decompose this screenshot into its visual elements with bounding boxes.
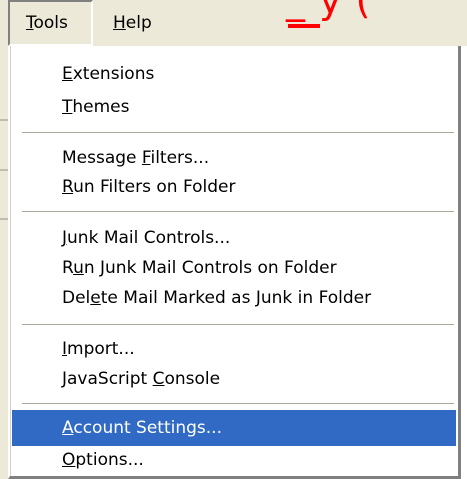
menu-item-label: Extensions bbox=[62, 64, 155, 84]
menu-item-options[interactable]: Options... bbox=[12, 442, 456, 478]
menu-item-label: Message Filters... bbox=[62, 148, 210, 168]
menu-help[interactable]: Help bbox=[113, 0, 152, 46]
access-key-letter: C bbox=[152, 369, 165, 389]
access-key-letter: T bbox=[26, 13, 34, 33]
menu-item-label: Run Filters on Folder bbox=[62, 177, 236, 197]
menu-item-label: Import... bbox=[62, 339, 135, 359]
menu-item-label: JavaScript Console bbox=[62, 369, 221, 389]
tools-dropdown-menu: Extensions Themes Message Filters... Run… bbox=[8, 46, 461, 479]
background-divider bbox=[0, 218, 8, 220]
background-text-fragment: _ у ( bbox=[286, 0, 372, 22]
access-key-letter: I bbox=[62, 339, 68, 359]
menu-help-label: Help bbox=[113, 13, 152, 33]
menu-item-label: Delete Mail Marked as Junk in Folder bbox=[62, 288, 372, 308]
access-key-letter: E bbox=[62, 64, 73, 84]
access-key-letter: e bbox=[90, 288, 101, 308]
access-key-letter: R bbox=[62, 177, 74, 197]
menu-separator bbox=[22, 324, 454, 326]
menu-item-extensions[interactable]: Extensions bbox=[12, 56, 456, 92]
access-key-letter: J bbox=[62, 228, 68, 248]
menu-item-account-settings[interactable]: Account Settings... bbox=[12, 410, 456, 446]
menu-item-label: Run Junk Mail Controls on Folder bbox=[62, 258, 337, 278]
access-key-letter: F bbox=[141, 148, 151, 168]
menu-separator bbox=[22, 132, 454, 134]
access-key-letter: u bbox=[73, 258, 84, 278]
menu-bar: _ у ( Tools Help bbox=[0, 0, 467, 46]
menu-separator bbox=[22, 403, 454, 405]
access-key-letter: O bbox=[62, 450, 76, 470]
menu-item-run-filters-on-folder[interactable]: Run Filters on Folder bbox=[12, 169, 456, 205]
menu-separator bbox=[22, 211, 454, 213]
menu-item-label: Junk Mail Controls... bbox=[62, 228, 231, 248]
menu-item-javascript-console[interactable]: JavaScript Console bbox=[12, 361, 456, 397]
menu-item-label: Account Settings... bbox=[62, 418, 222, 438]
menu-tools[interactable]: Tools bbox=[8, 0, 93, 46]
red-underline-decoration bbox=[288, 24, 320, 28]
menu-item-label: Options... bbox=[62, 450, 144, 470]
menu-item-themes[interactable]: Themes bbox=[12, 89, 456, 125]
background-divider bbox=[0, 169, 8, 171]
menu-item-delete-junk-mail[interactable]: Delete Mail Marked as Junk in Folder bbox=[12, 280, 456, 316]
access-key-letter: H bbox=[113, 13, 126, 33]
background-window-strip bbox=[0, 46, 8, 479]
menu-item-label: Themes bbox=[62, 97, 130, 117]
access-key-letter: A bbox=[62, 418, 74, 438]
background-divider bbox=[0, 119, 8, 121]
menu-tools-label: Tools bbox=[26, 13, 68, 33]
access-key-letter: T bbox=[62, 97, 73, 117]
